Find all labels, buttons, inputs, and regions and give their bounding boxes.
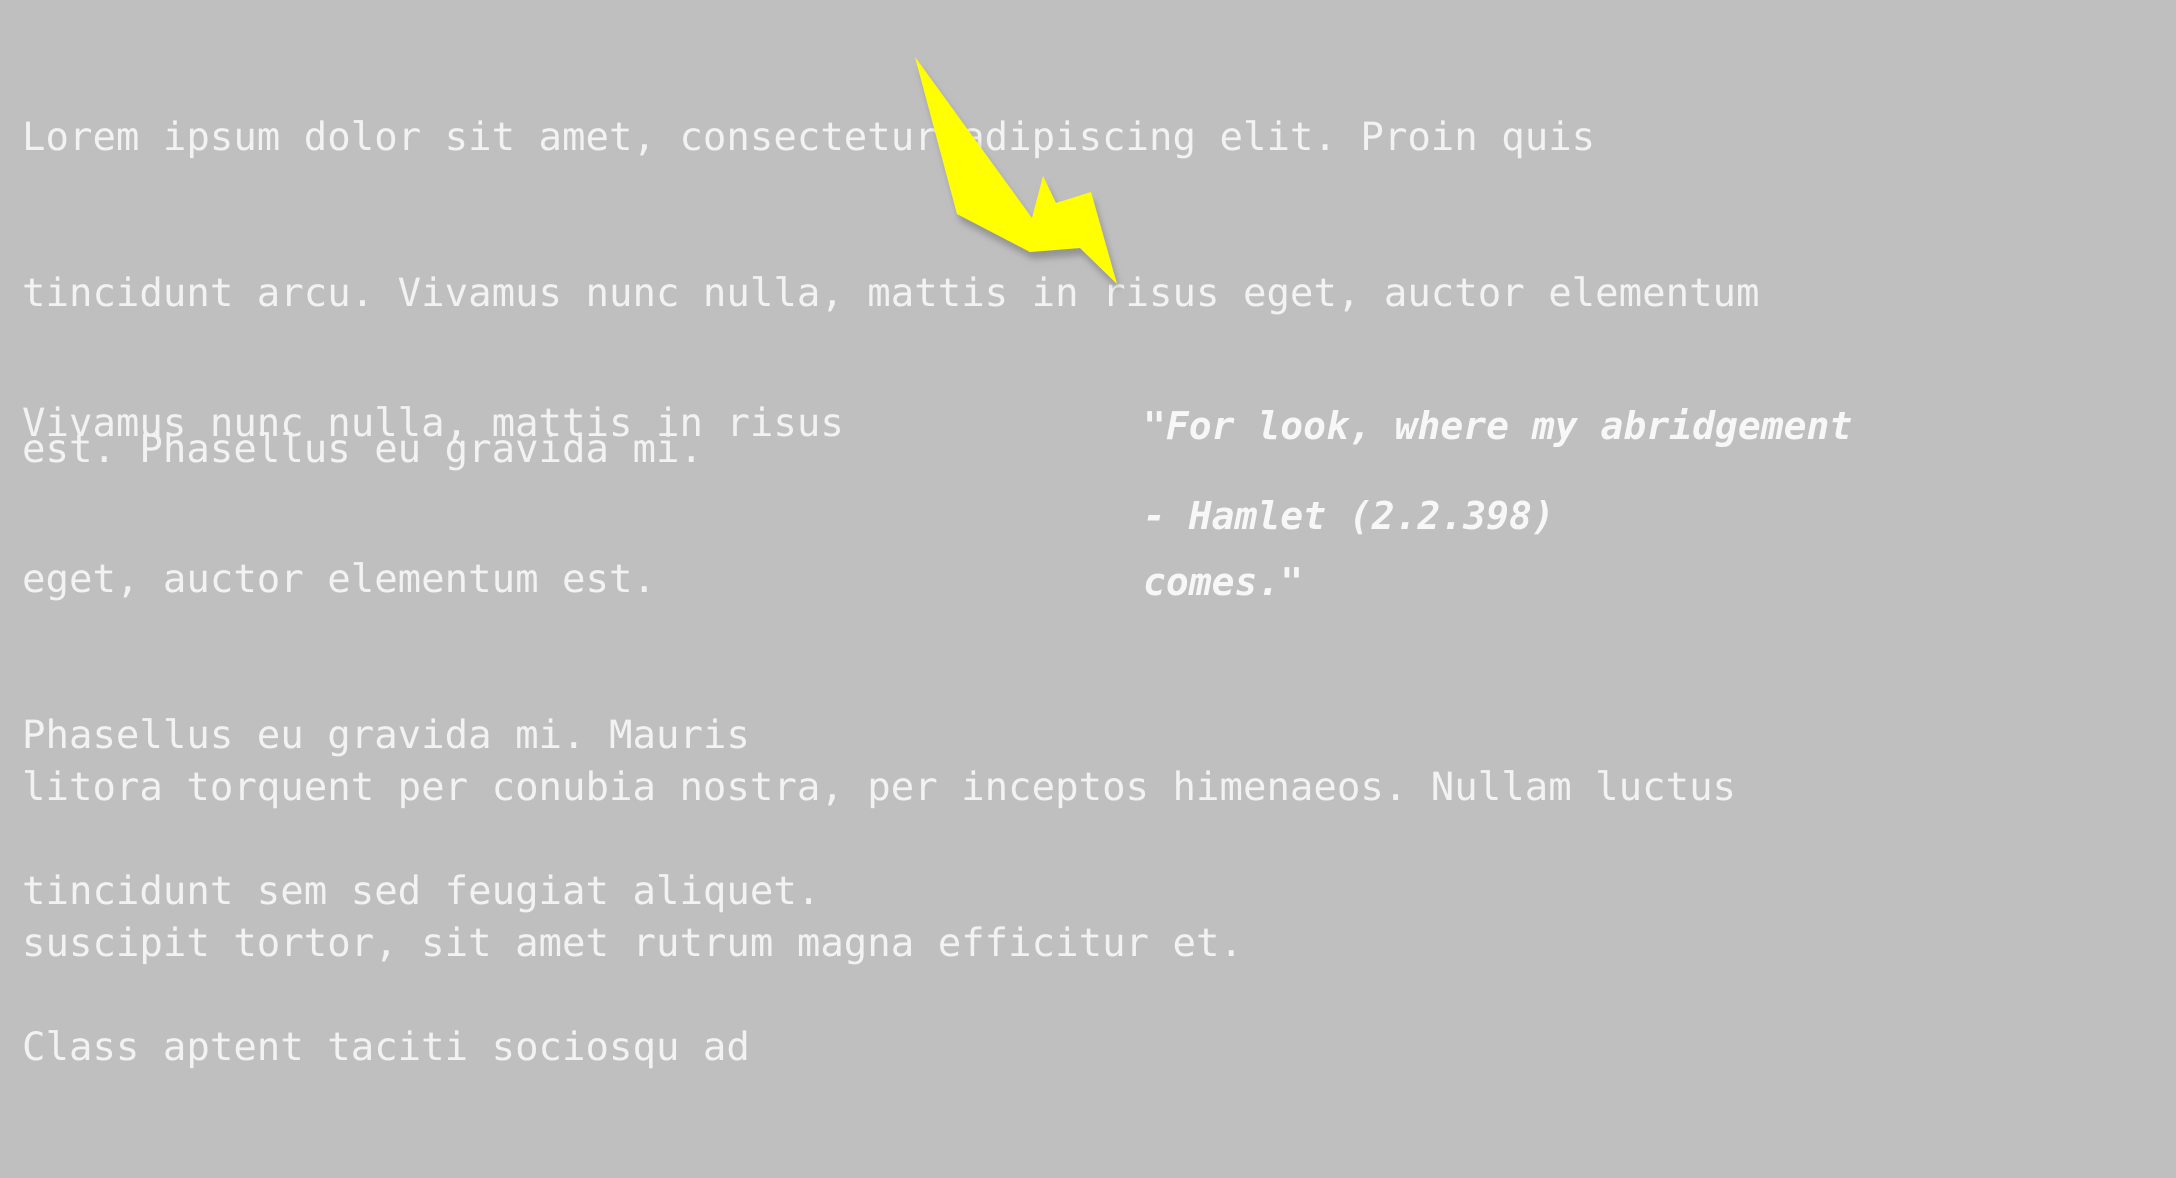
text-line: litora torquent per conubia nostra, per … — [22, 765, 1737, 810]
text-line: eget, auctor elementum est. — [22, 557, 656, 602]
quote-attribution: - Hamlet (2.2.398) — [1143, 494, 1555, 538]
pull-quote-line: "For look, where my abridgement — [1143, 404, 1853, 448]
body-full-width-paragraph: litora torquent per conubia nostra, per … — [22, 658, 2162, 1074]
page-root: Lorem ipsum dolor sit amet, consectetur … — [0, 0, 2176, 1070]
pull-quote-line: comes." — [1143, 560, 1304, 604]
text-line: Lorem ipsum dolor sit amet, consectetur … — [22, 115, 1596, 160]
text-line: Vivamus nunc nulla, mattis in risus — [22, 401, 844, 446]
text-line: suscipit tortor, sit amet rutrum magna e… — [22, 921, 1243, 966]
